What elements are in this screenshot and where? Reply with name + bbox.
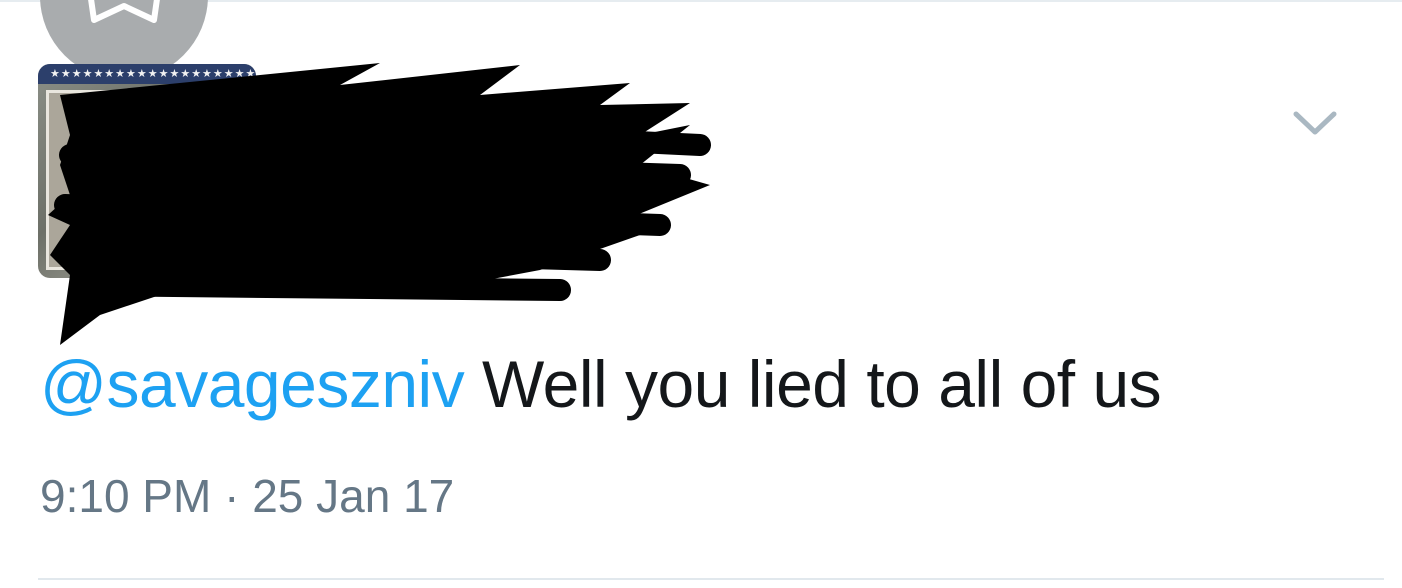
top-divider — [0, 0, 1402, 2]
tweet-text: @savageszniv Well you lied to all of us — [40, 342, 1162, 426]
bottom-divider — [38, 578, 1384, 580]
chevron-down-icon — [1293, 111, 1337, 135]
redaction-scribble — [48, 63, 711, 345]
star-outline-icon — [88, 0, 160, 23]
tweet-body: Well you lied to all of us — [464, 347, 1162, 421]
tweet-detail-screen: ★★★★★★★★★★★★★★★★★★★★★★★★★★★★★ @savageszn… — [0, 0, 1402, 588]
mention-link[interactable]: @savageszniv — [40, 347, 465, 421]
tweet-menu-button[interactable] — [1290, 106, 1340, 140]
tweet-timestamp: 9:10 PM · 25 Jan 17 — [40, 470, 455, 522]
